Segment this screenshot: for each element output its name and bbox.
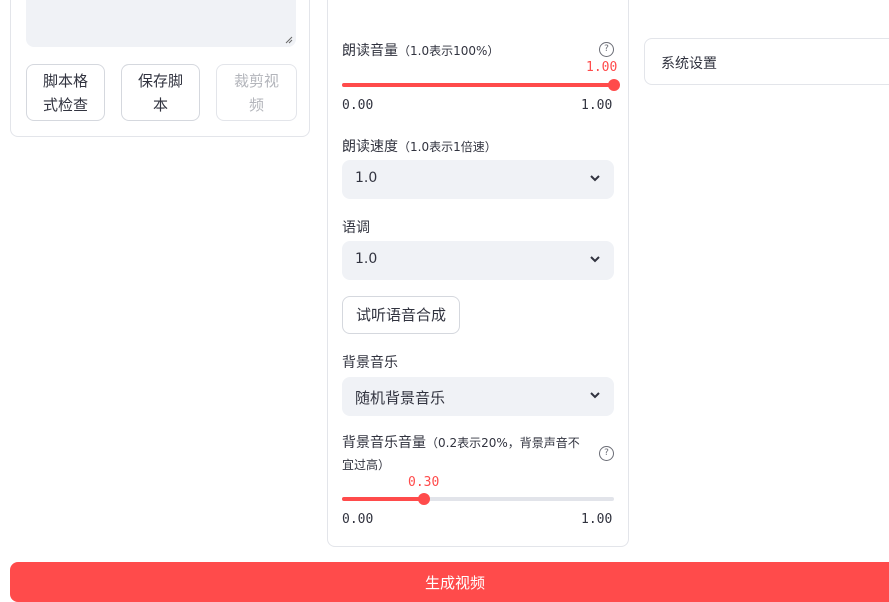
voice-volume-max: 1.00 <box>581 98 613 113</box>
bgm-volume-slider[interactable] <box>342 493 614 505</box>
bgm-volume-value: 0.30 <box>408 475 440 490</box>
pitch-label: 语调 <box>342 220 370 236</box>
pitch-value: 1.0 <box>355 251 378 267</box>
script-textarea[interactable] <box>26 0 296 47</box>
bgm-volume-max: 1.00 <box>581 512 613 527</box>
voice-volume-slider[interactable] <box>342 79 620 91</box>
help-icon[interactable]: ? <box>599 42 614 57</box>
voice-speed-title: 朗读速度 <box>342 139 398 155</box>
voice-volume-min: 0.00 <box>342 98 374 113</box>
bgm-volume-title: 背景音乐音量 <box>342 435 426 451</box>
voice-volume-fill <box>342 83 614 87</box>
bgm-volume-min: 0.00 <box>342 512 374 527</box>
bgm-volume-hint-2: 宜过高） <box>342 458 391 472</box>
chevron-down-icon <box>590 256 600 263</box>
resize-handle-icon[interactable] <box>285 36 293 44</box>
voice-volume-hint: （1.0表示100%） <box>398 44 500 58</box>
bgm-volume-thumb[interactable] <box>418 493 430 505</box>
bgm-select[interactable]: 随机背景音乐 <box>342 377 614 416</box>
voice-volume-thumb[interactable] <box>608 79 620 91</box>
system-settings-expander[interactable]: 系统设置 <box>644 38 889 85</box>
bgm-volume-hint-1: （0.2表示20%，背景声音不 <box>426 436 580 450</box>
crop-video-button[interactable]: 裁剪视 频 <box>216 64 297 121</box>
bgm-label: 背景音乐 <box>342 355 398 371</box>
voice-speed-value: 1.0 <box>355 170 378 186</box>
generate-video-button[interactable]: 生成视频 <box>10 562 889 602</box>
voice-volume-label: 朗读音量（1.0表示100%） <box>342 40 499 60</box>
save-script-button[interactable]: 保存脚 本 <box>121 64 200 121</box>
voice-speed-select[interactable]: 1.0 <box>342 160 614 199</box>
bgm-value: 随机背景音乐 <box>355 389 446 407</box>
bgm-volume-label: 背景音乐音量（0.2表示20%，背景声音不 宜过高） <box>342 432 594 476</box>
script-format-check-button[interactable]: 脚本格 式检查 <box>26 64 105 121</box>
voice-volume-value: 1.00 <box>586 60 618 75</box>
pitch-select[interactable]: 1.0 <box>342 241 614 280</box>
system-settings-label: 系统设置 <box>661 56 717 72</box>
preview-tts-button[interactable]: 试听语音合成 <box>342 296 460 334</box>
chevron-down-icon <box>590 175 600 182</box>
voice-speed-label: 朗读速度（1.0表示1倍速） <box>342 136 497 156</box>
voice-volume-title: 朗读音量 <box>342 43 398 59</box>
bgm-volume-fill <box>342 497 424 501</box>
voice-speed-hint: （1.0表示1倍速） <box>398 140 497 154</box>
help-icon[interactable]: ? <box>599 446 614 461</box>
chevron-down-icon <box>590 392 600 399</box>
